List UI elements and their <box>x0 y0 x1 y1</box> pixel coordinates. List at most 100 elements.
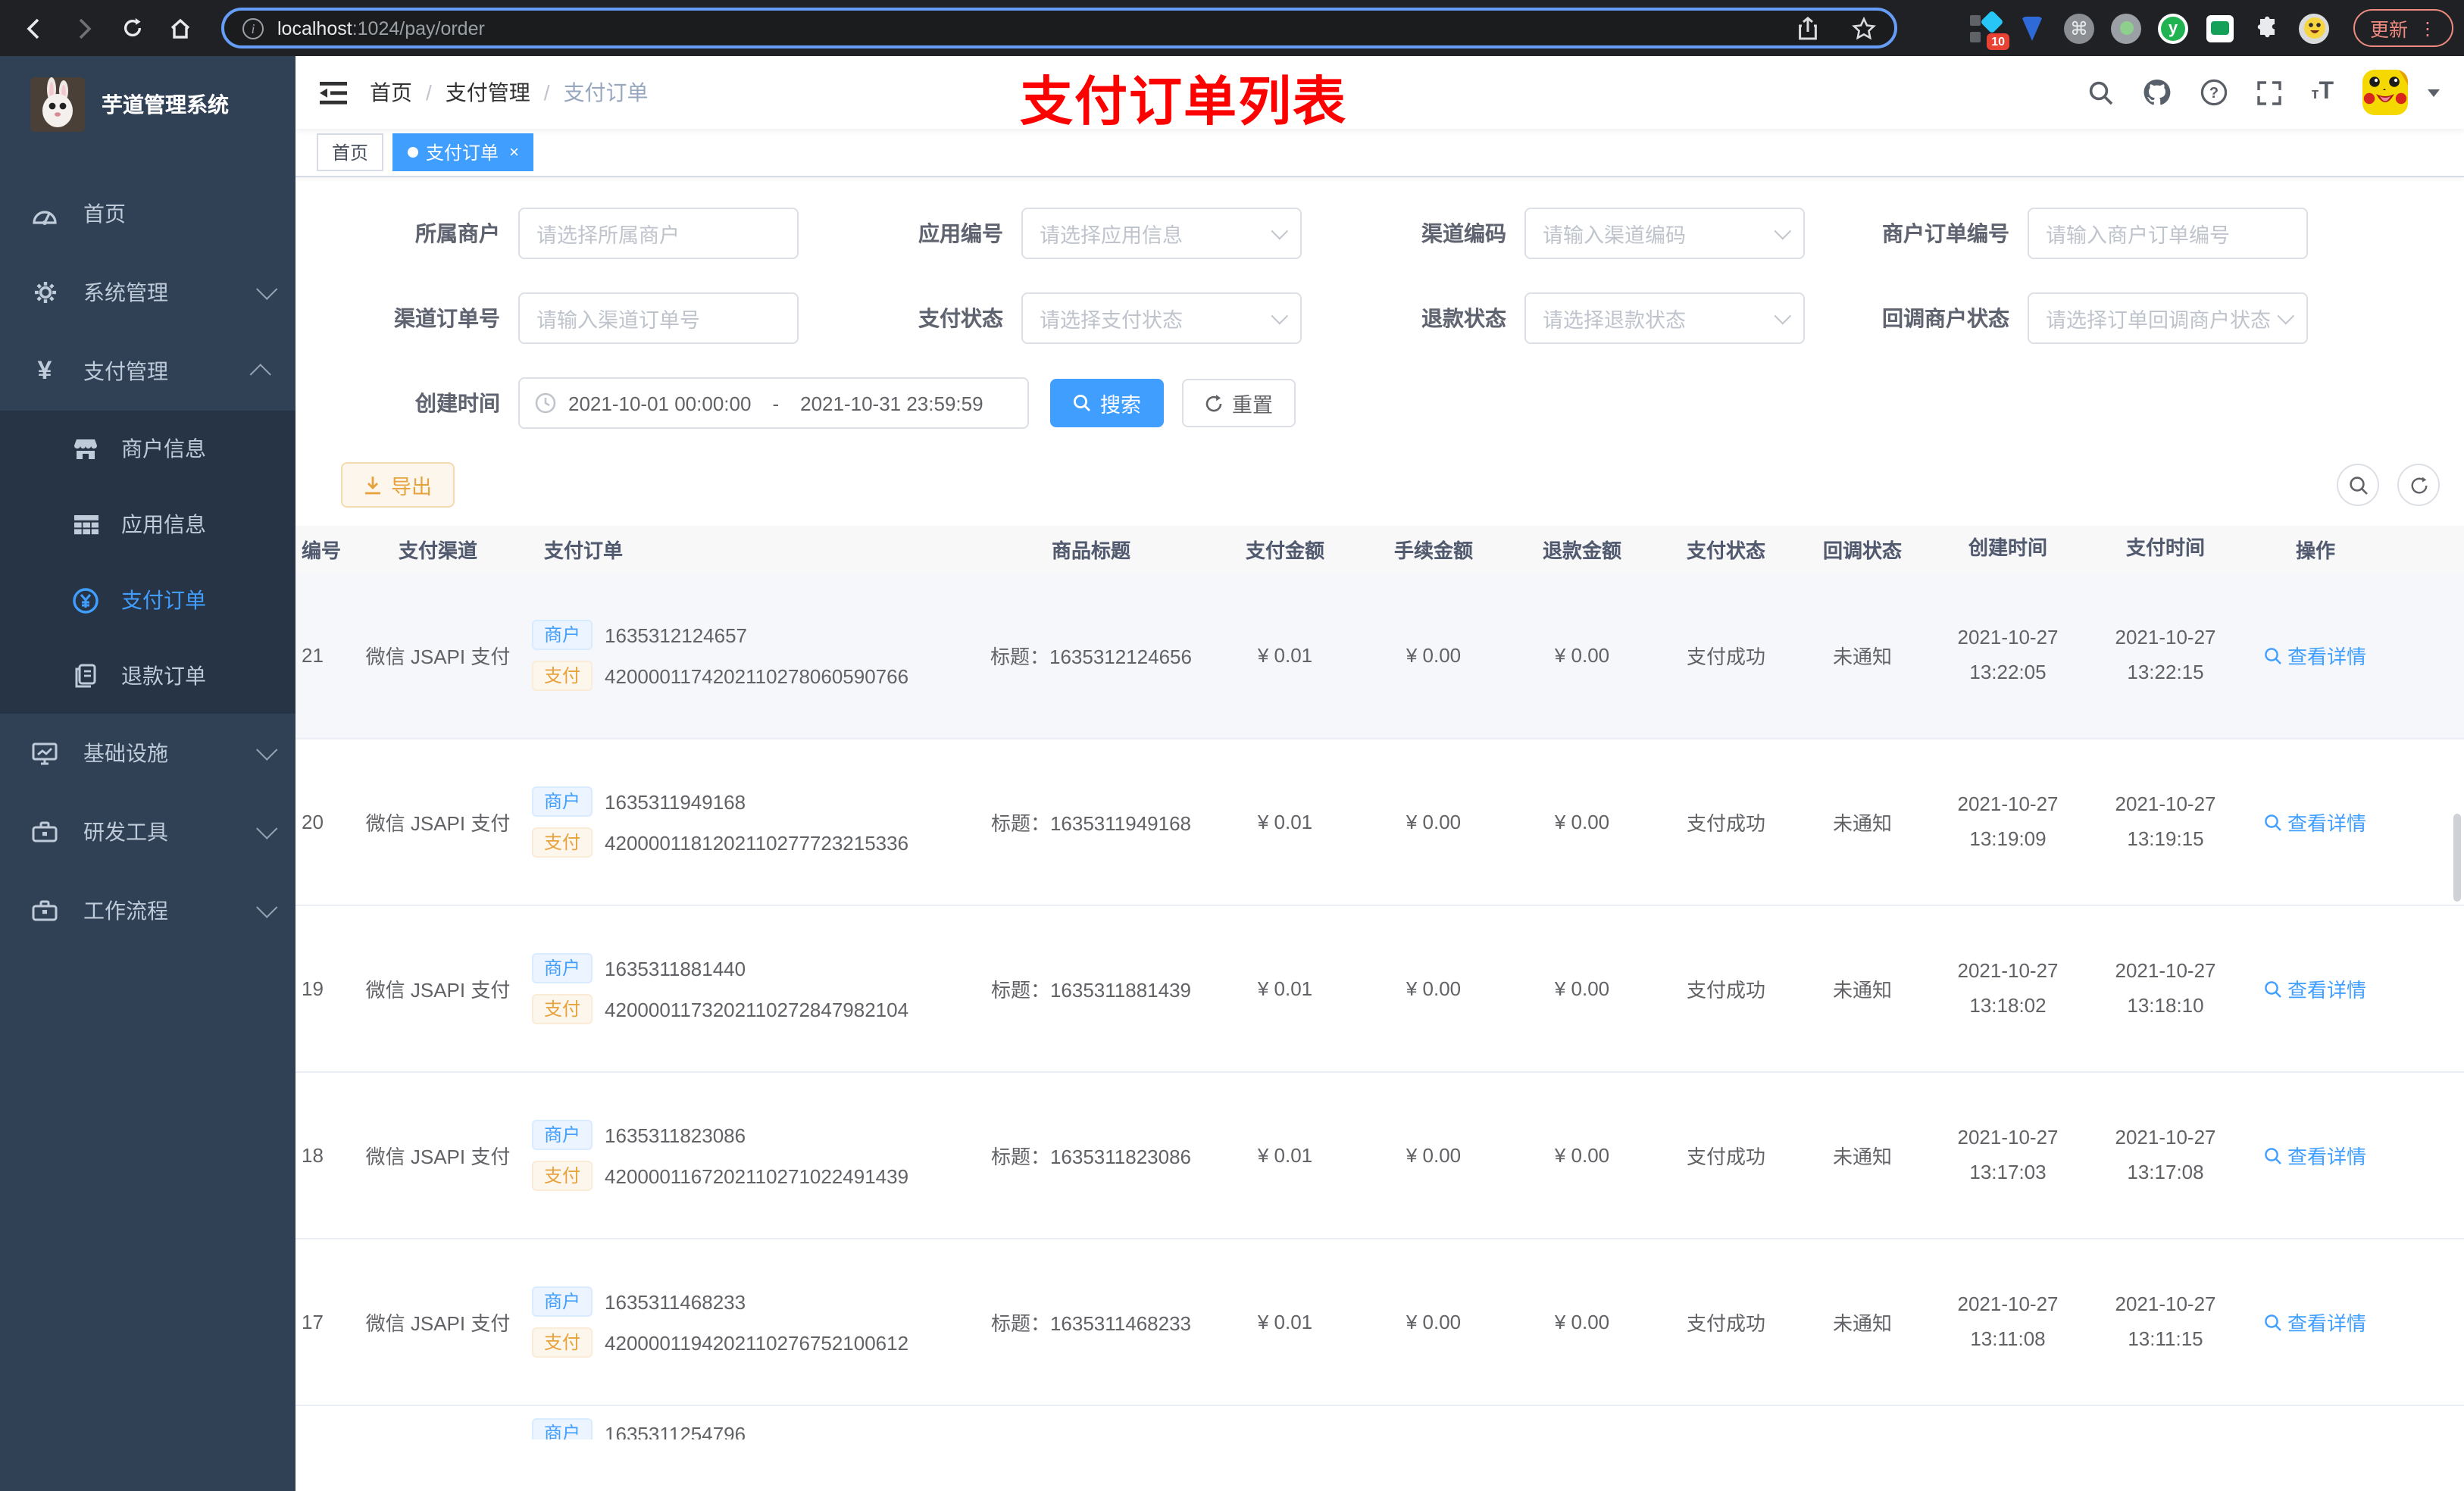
cell-channel: 微信 JSAPI 支付 <box>365 645 511 668</box>
site-info-icon[interactable]: i <box>242 17 264 39</box>
sidebar-fold-icon[interactable] <box>320 81 347 104</box>
app-no-select[interactable]: 请选择应用信息 <box>1021 208 1302 259</box>
bookmark-star-icon[interactable] <box>1852 16 1876 40</box>
merchant-order-no-input[interactable]: 请输入商户订单编号 <box>2028 208 2308 259</box>
tab-pay-order[interactable]: 支付订单 × <box>392 133 534 171</box>
cell-pay-time: 2021-10-27 13:11:15 <box>2115 1292 2216 1350</box>
col-header: 支付订单 <box>544 539 624 562</box>
breadcrumb-pay-mgmt[interactable]: 支付管理 <box>446 77 530 108</box>
active-dot-icon <box>408 147 419 158</box>
profile-emoji-avatar[interactable] <box>2299 13 2329 43</box>
sidebar-item-workflow[interactable]: 工作流程 <box>0 871 295 950</box>
cell-pay-amount: ¥ 0.01 <box>1257 644 1313 667</box>
reload-icon[interactable] <box>112 8 152 48</box>
channel-code-select[interactable]: 请输入渠道编码 <box>1524 208 1805 259</box>
pay-tag: 支付 <box>532 994 593 1024</box>
export-button[interactable]: 导出 <box>341 462 455 508</box>
cell-pay-time: 2021-10-27 13:17:08 <box>2115 1125 2216 1183</box>
cell-channel: 微信 JSAPI 支付 <box>365 1146 511 1168</box>
extension-chat-icon[interactable] <box>2205 13 2235 43</box>
tab-home[interactable]: 首页 <box>317 133 384 171</box>
table-row: 18 微信 JSAPI 支付 商户 1635311823086 支付 4200001… <box>295 1073 2464 1239</box>
chevron-down-icon <box>1774 307 1792 325</box>
reset-label: 重置 <box>1232 394 1273 417</box>
browser-menu-kebab-icon[interactable]: ⋮ <box>2419 19 2437 37</box>
pay-tag: 支付 <box>532 827 593 858</box>
reset-button[interactable]: 重置 <box>1182 379 1296 427</box>
search-icon[interactable] <box>2089 80 2115 105</box>
col-header: 支付时间 <box>2125 536 2205 560</box>
search-label: 搜索 <box>1100 394 1141 417</box>
pay-status-select[interactable]: 请选择支付状态 <box>1021 292 1302 344</box>
filter-label: 回调商户状态 <box>1882 306 2009 330</box>
toggle-search-icon[interactable] <box>2337 464 2379 506</box>
address-bar[interactable]: i localhost:1024/pay/order <box>221 8 1897 48</box>
create-time-range-picker[interactable]: 2021-10-01 00:00:00 - 2021-10-31 23:59:5… <box>518 377 1029 429</box>
filter-label: 退款状态 <box>1421 306 1506 330</box>
callback-status-select[interactable]: 请选择订单回调商户状态 <box>2028 292 2308 344</box>
extension-y-icon[interactable] <box>2158 13 2188 43</box>
view-detail-link[interactable]: 查看详情 <box>2265 808 2366 836</box>
view-detail-link[interactable]: 查看详情 <box>2265 974 2366 1003</box>
sidebar-item-app-info[interactable]: 应用信息 <box>0 486 295 562</box>
view-detail-link[interactable]: 查看详情 <box>2265 1308 2366 1336</box>
back-icon[interactable] <box>15 8 55 48</box>
pay-tag: 支付 <box>532 1327 593 1358</box>
cell-actions: 查看详情 <box>2244 974 2387 1003</box>
cell-pay-amount: ¥ 0.01 <box>1257 1311 1313 1333</box>
fullscreen-icon[interactable] <box>2257 80 2283 105</box>
font-size-icon[interactable]: тT <box>2312 79 2334 106</box>
sidebar-item-home[interactable]: 首页 <box>0 174 295 253</box>
gear-icon <box>32 280 58 305</box>
avatar-caret-icon[interactable] <box>2428 89 2440 96</box>
share-icon[interactable] <box>1797 16 1818 40</box>
help-icon[interactable]: ? <box>2201 79 2228 106</box>
monitor-chart-icon <box>32 742 58 764</box>
sidebar: 芋道管理系统 首页 系统管理 ¥ 支付管理 商户信息 应用信息 支付订单 退款订… <box>0 56 295 1491</box>
chevron-down-icon <box>256 278 278 300</box>
extension-blue-diamond-icon[interactable]: 10 <box>1970 9 2009 49</box>
url-path: :1024/pay/order <box>352 17 485 39</box>
chevron-down-icon <box>256 739 278 761</box>
export-label: 导出 <box>391 476 432 499</box>
home-icon[interactable] <box>161 8 200 48</box>
view-detail-link[interactable]: 查看详情 <box>2265 641 2366 670</box>
filter-label: 所属商户 <box>415 221 500 245</box>
browser-update-button[interactable]: 更新 ⋮ <box>2353 9 2453 47</box>
forward-icon[interactable] <box>64 8 103 48</box>
breadcrumb-home[interactable]: 首页 <box>370 77 412 108</box>
col-header: 回调状态 <box>1822 539 1902 562</box>
sidebar-item-refund-order[interactable]: 退款订单 <box>0 638 295 714</box>
view-detail-link[interactable]: 查看详情 <box>2265 1141 2366 1170</box>
vertical-scrollbar-thumb[interactable] <box>2453 814 2461 902</box>
sidebar-item-pay-order[interactable]: 支付订单 <box>0 562 295 638</box>
extension-badge: 10 <box>1987 33 2009 49</box>
merchant-tag: 商户 <box>532 1418 593 1439</box>
chevron-down-icon <box>1271 307 1289 325</box>
extension-green-dot-icon[interactable] <box>2111 13 2141 43</box>
cell-pay-status: 支付成功 <box>1686 812 1765 835</box>
merchant-select[interactable]: 请选择所属商户 <box>518 208 799 259</box>
main-area: 首页 / 支付管理 / 支付订单 支付订单列表 ? тT 首页 支付订单 × 所… <box>295 56 2464 1491</box>
cell-order-no: 商户 1635311468233 支付 4200001194202110276752… <box>523 1276 971 1368</box>
github-icon[interactable] <box>2143 79 2172 106</box>
extensions-puzzle-icon[interactable] <box>2252 13 2282 43</box>
sidebar-item-system[interactable]: 系统管理 <box>0 253 295 332</box>
merchant-tag: 商户 <box>532 953 593 983</box>
sidebar-item-dev-tools[interactable]: 研发工具 <box>0 792 295 871</box>
refresh-icon[interactable] <box>2397 464 2440 506</box>
cell-id: 17 <box>302 1311 324 1333</box>
refund-status-select[interactable]: 请选择退款状态 <box>1524 292 1805 344</box>
extension-kite-icon[interactable] <box>2017 13 2047 43</box>
sidebar-item-infrastructure[interactable]: 基础设施 <box>0 714 295 792</box>
search-button[interactable]: 搜索 <box>1050 379 1164 427</box>
close-icon[interactable]: × <box>509 143 519 161</box>
sidebar-item-payment[interactable]: ¥ 支付管理 <box>0 332 295 411</box>
channel-order-no-input[interactable]: 请输入渠道订单号 <box>518 292 799 344</box>
workflow-icon <box>32 900 58 921</box>
sidebar-item-merchant-info[interactable]: 商户信息 <box>0 411 295 486</box>
user-avatar-pikachu[interactable] <box>2362 70 2408 115</box>
top-navbar: 首页 / 支付管理 / 支付订单 支付订单列表 ? тT <box>295 56 2464 132</box>
extension-command-icon[interactable]: ⌘ <box>2064 13 2094 43</box>
tab-label: 支付订单 <box>426 142 499 164</box>
